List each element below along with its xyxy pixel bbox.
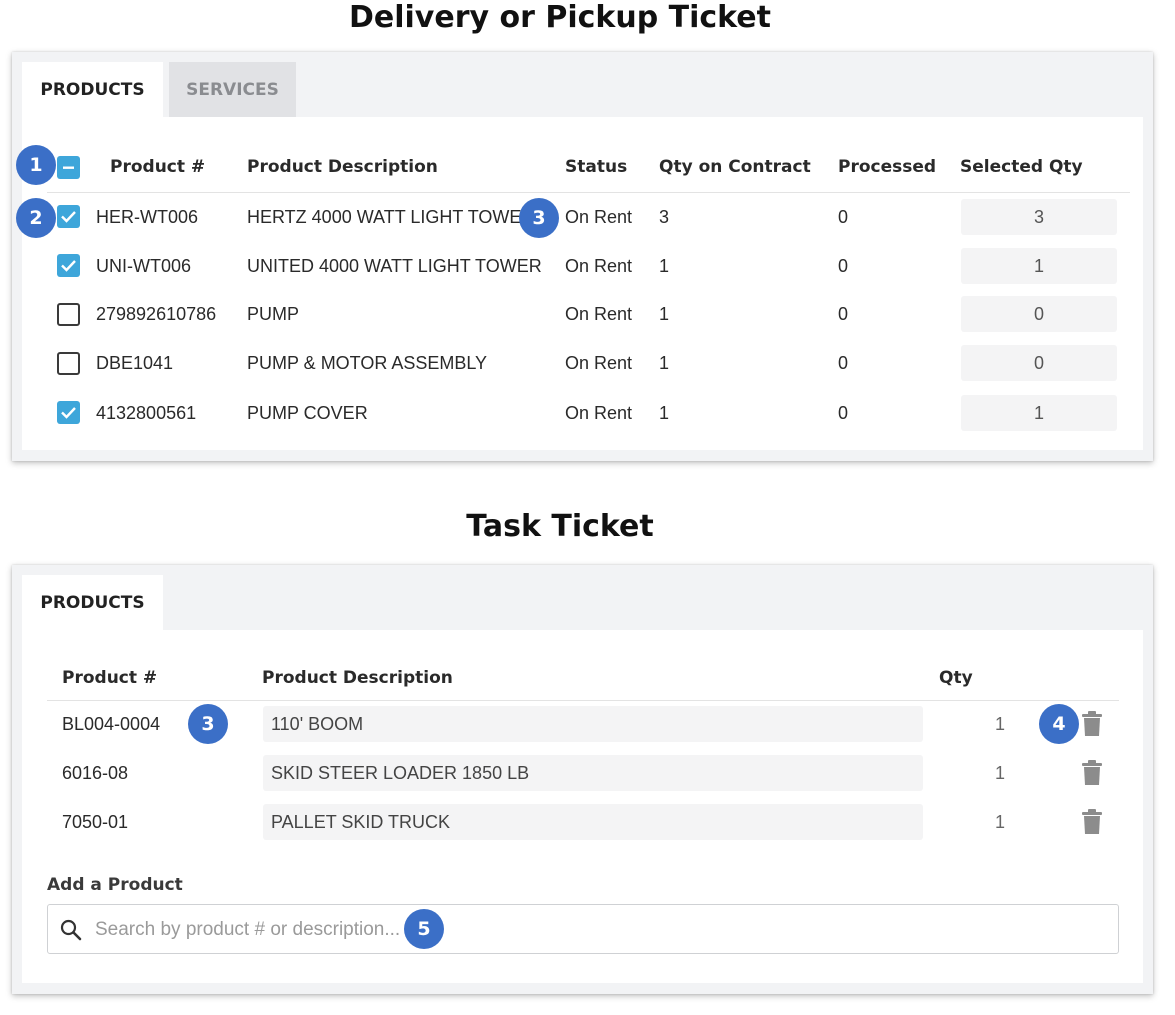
- product-number: BL004-0004: [62, 714, 161, 734]
- qty-on-contract: 3: [659, 207, 670, 227]
- callout-badge-4: 4: [1039, 704, 1079, 744]
- trash-icon[interactable]: [1081, 809, 1103, 835]
- col-header-description: Product Description: [247, 157, 438, 177]
- select-all-checkbox[interactable]: [57, 156, 80, 179]
- product-number: 7050-01: [62, 812, 129, 832]
- callout-badge-2: 2: [16, 198, 56, 238]
- qty: 1: [995, 763, 1006, 783]
- row-checkbox[interactable]: [57, 401, 80, 424]
- qty: 1: [995, 714, 1006, 734]
- product-number: 279892610786: [96, 304, 217, 324]
- product-description: PUMP COVER: [247, 403, 368, 423]
- add-product-label: Add a Product: [47, 875, 183, 895]
- qty: 1: [995, 812, 1006, 832]
- col-header-qty-on-contract: Qty on Contract: [659, 157, 811, 177]
- task-ticket-title: Task Ticket: [466, 509, 654, 544]
- search-input[interactable]: [95, 915, 615, 945]
- selected-qty-input[interactable]: 1: [961, 395, 1117, 431]
- processed: 0: [838, 304, 849, 324]
- tab-products[interactable]: PRODUCTS: [22, 62, 163, 118]
- col-header-description: Product Description: [262, 668, 453, 688]
- col-header-qty: Qty: [939, 668, 973, 688]
- col-header-processed: Processed: [838, 157, 937, 177]
- row-checkbox[interactable]: [57, 254, 80, 277]
- checkmark-icon: [61, 211, 76, 223]
- search-box[interactable]: [47, 904, 1119, 954]
- product-number: HER-WT006: [96, 207, 199, 227]
- product-description: UNITED 4000 WATT LIGHT TOWER: [247, 256, 542, 276]
- row-checkbox[interactable]: [57, 303, 80, 326]
- row-checkbox[interactable]: [57, 352, 80, 375]
- product-description: PUMP & MOTOR ASSEMBLY: [247, 353, 488, 373]
- header-divider: [47, 700, 1119, 701]
- qty-on-contract: 1: [659, 353, 670, 373]
- trash-icon[interactable]: [1081, 760, 1103, 786]
- col-header-status: Status: [565, 157, 628, 177]
- checkmark-icon: [61, 260, 76, 272]
- status: On Rent: [565, 353, 633, 373]
- product-description: PUMP: [247, 304, 300, 324]
- product-description-input[interactable]: 110' BOOM: [263, 706, 923, 742]
- processed: 0: [838, 403, 849, 423]
- selected-qty-input[interactable]: 0: [961, 296, 1117, 332]
- status: On Rent: [565, 403, 633, 423]
- selected-qty-input[interactable]: 3: [961, 199, 1117, 235]
- callout-badge-1: 1: [16, 145, 56, 185]
- selected-qty-input[interactable]: 0: [961, 345, 1117, 381]
- col-header-selected-qty: Selected Qty: [960, 157, 1083, 177]
- selected-qty-input[interactable]: 1: [961, 248, 1117, 284]
- processed: 0: [838, 207, 849, 227]
- search-icon: [60, 919, 82, 941]
- product-number: 6016-08: [62, 763, 129, 783]
- trash-icon[interactable]: [1081, 711, 1103, 737]
- tab-services[interactable]: SERVICES: [169, 62, 296, 118]
- processed: 0: [838, 353, 849, 373]
- processed: 0: [838, 256, 849, 276]
- product-description: HERTZ 4000 WATT LIGHT TOWER: [247, 207, 535, 227]
- qty-on-contract: 1: [659, 304, 670, 324]
- tab-products[interactable]: PRODUCTS: [22, 575, 163, 631]
- status: On Rent: [565, 304, 633, 324]
- qty-on-contract: 1: [659, 403, 670, 423]
- col-header-product: Product #: [62, 668, 158, 688]
- callout-badge-3: 3: [188, 704, 228, 744]
- delivery-ticket-title: Delivery or Pickup Ticket: [348, 0, 771, 35]
- status: On Rent: [565, 207, 633, 227]
- col-header-product: Product #: [110, 157, 206, 177]
- product-description-input[interactable]: PALLET SKID TRUCK: [263, 804, 923, 840]
- product-number: 4132800561: [96, 403, 197, 423]
- checkmark-icon: [61, 407, 76, 419]
- callout-badge-5: 5: [404, 909, 444, 949]
- header-divider: [47, 192, 1130, 193]
- status: On Rent: [565, 256, 633, 276]
- callout-badge-3: 3: [519, 198, 559, 238]
- product-description-input[interactable]: SKID STEER LOADER 1850 LB: [263, 755, 923, 791]
- qty-on-contract: 1: [659, 256, 670, 276]
- product-number: DBE1041: [96, 353, 174, 373]
- row-checkbox[interactable]: [57, 205, 80, 228]
- product-number: UNI-WT006: [96, 256, 192, 276]
